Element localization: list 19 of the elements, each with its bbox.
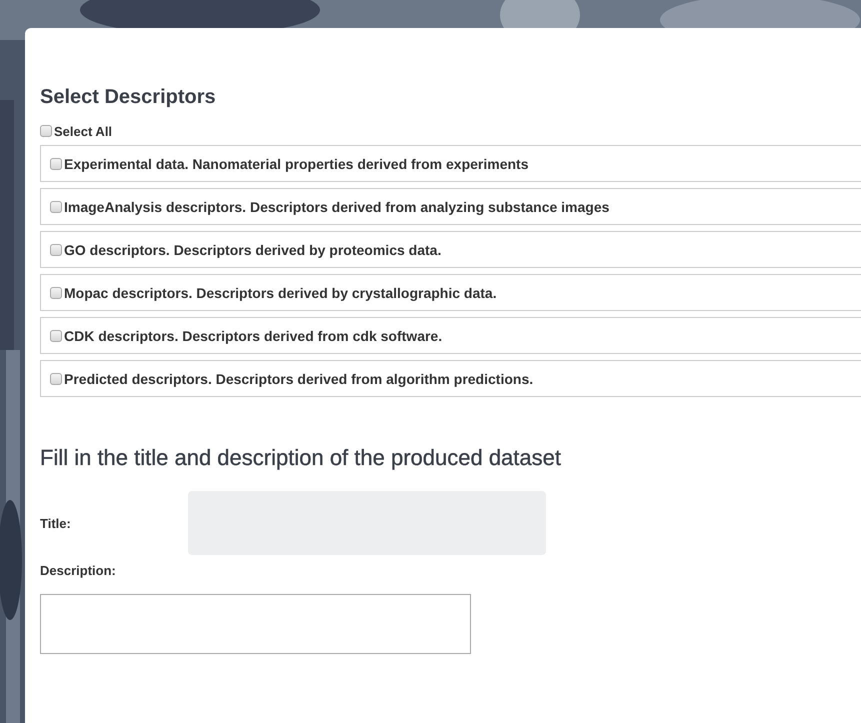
checkbox-label: Select All [54,124,112,138]
field-label: Title: [40,516,72,530]
checkbox-label: GO descriptors. Descriptors derived by proteomics data. [64,242,442,258]
checkbox[interactable] [50,244,62,256]
checkbox[interactable] [40,125,52,137]
section-heading: Select Descriptors [40,85,217,109]
checkbox[interactable] [50,200,62,212]
checkbox[interactable] [50,158,62,170]
field-label: Description: [40,563,116,578]
checkbox-label: Mopac descriptors. Descriptors derived by crystallographic data. [64,284,497,300]
checkbox-label: Experimental data. Nanomaterial properties derived from experiments [64,156,528,172]
section-heading: Fill in the title and description of the produced dataset [40,445,562,471]
checkbox[interactable] [50,286,62,298]
checkbox-label: ImageAnalysis descriptors. Descriptors derived from analyzing substance images [64,198,610,214]
checkbox[interactable] [50,372,62,384]
description-field[interactable] [40,594,471,654]
checkbox-label: CDK descriptors. Descriptors derived from cdk software. [64,328,442,344]
checkbox-label: Predicted descriptors. Descriptors derived from algorithm predictions. [64,370,534,386]
checkbox[interactable] [50,330,62,342]
